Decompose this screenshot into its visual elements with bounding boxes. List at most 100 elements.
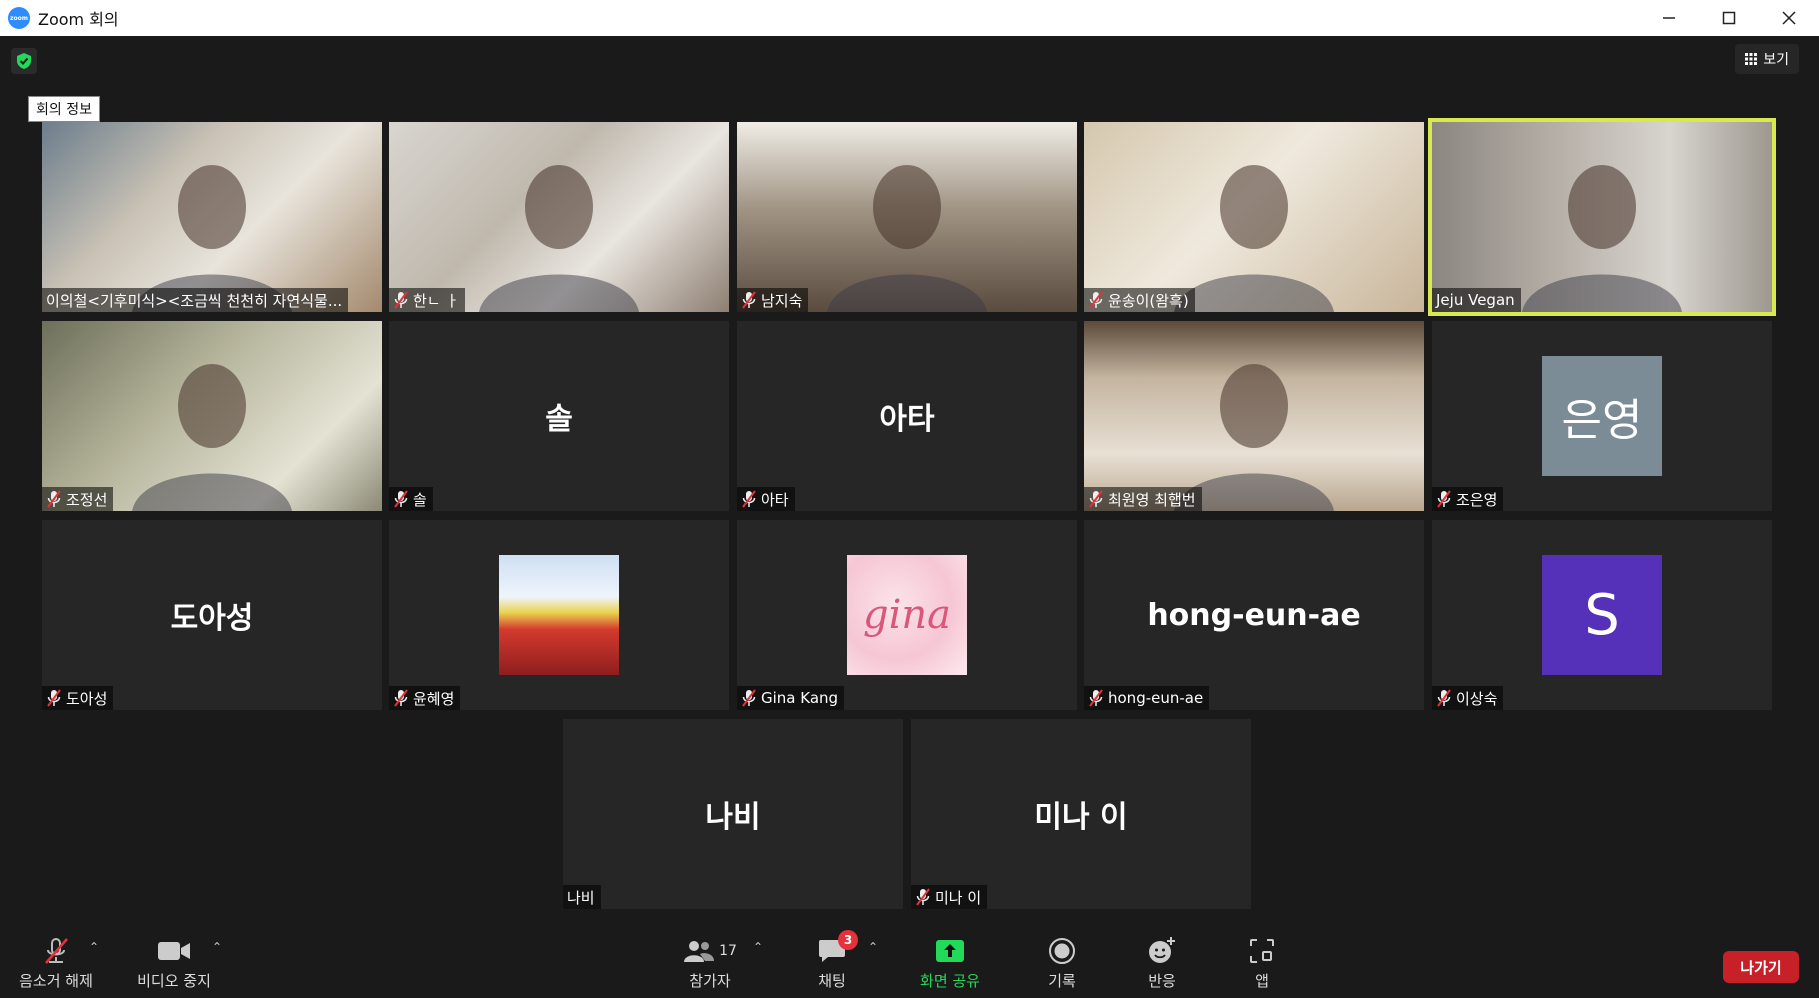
participant-tile[interactable]: 윤송이(왐흑) <box>1084 122 1424 312</box>
participants-options-chevron-icon[interactable]: ⌃ <box>753 940 763 954</box>
view-button[interactable]: 보기 <box>1735 44 1799 74</box>
participant-tile[interactable]: 미나 이 미나 이 <box>911 719 1251 909</box>
participant-display-name: hong-eun-ae <box>1147 597 1361 633</box>
participants-button[interactable]: 17 참가자 <box>668 928 752 998</box>
audio-options-chevron-icon[interactable]: ⌃ <box>89 940 99 954</box>
muted-mic-icon <box>393 291 409 309</box>
participant-nameplate: hong-eun-ae <box>1084 686 1210 710</box>
person-silhouette <box>1174 165 1334 312</box>
participant-tile[interactable]: 도아성 도아성 <box>42 520 382 710</box>
stop-video-label: 비디오 중지 <box>137 971 211 990</box>
muted-mic-icon <box>915 888 931 906</box>
muted-mic-icon <box>47 689 61 707</box>
participant-nameplate: 이상숙 <box>1432 686 1504 710</box>
participant-tile[interactable]: hong-eun-ae hong-eun-ae <box>1084 520 1424 710</box>
participants-icon: 17 <box>683 936 737 966</box>
close-icon <box>1782 11 1796 25</box>
person-silhouette <box>132 364 292 511</box>
view-label: 보기 <box>1763 52 1789 68</box>
share-screen-icon <box>935 936 965 966</box>
participant-nameplate: 미나 이 <box>911 885 988 909</box>
chat-options-chevron-icon[interactable]: ⌃ <box>868 940 878 954</box>
share-screen-label: 화면 공유 <box>920 971 980 990</box>
gina-logo-avatar: gina <box>847 555 967 675</box>
participant-count: 17 <box>719 942 737 959</box>
participant-video <box>42 122 382 312</box>
participant-name: 윤송이(왐흑) <box>1108 291 1189 310</box>
maximize-icon <box>1722 11 1736 25</box>
muted-mic-icon <box>1089 689 1103 707</box>
participant-nameplate: 도아성 <box>42 686 114 710</box>
muted-mic-icon <box>1089 490 1103 508</box>
participant-name: 아타 <box>761 490 789 509</box>
participant-tile[interactable]: 아타 아타 <box>737 321 1077 511</box>
window-title: Zoom 회의 <box>38 10 119 29</box>
participant-tile[interactable]: 최원영 최햅번 <box>1084 321 1424 511</box>
participant-tile[interactable]: 은영 조은영 <box>1432 321 1772 511</box>
participant-video <box>389 122 729 312</box>
muted-mic-icon <box>394 689 408 707</box>
participant-tile[interactable]: S 이상숙 <box>1432 520 1772 710</box>
participant-nameplate: 아타 <box>737 487 795 511</box>
meeting-toolbar: 음소거 해제 ⌃ 비디오 중지 ⌃ 17 참가자 ⌃ 3 채팅 ⌃ 화면 공유 … <box>0 928 1819 998</box>
participant-nameplate: 윤송이(왐흑) <box>1084 288 1195 312</box>
maximize-button[interactable] <box>1699 0 1759 36</box>
participant-name: 윤혜영 <box>413 689 455 708</box>
muted-mic-icon <box>1088 291 1104 309</box>
share-screen-button[interactable]: 화면 공유 <box>905 928 995 998</box>
participant-name: Gina Kang <box>761 689 839 707</box>
participant-tile[interactable]: 남지숙 <box>737 122 1077 312</box>
participants-label: 참가자 <box>689 971 731 990</box>
participant-tile[interactable]: gina Gina Kang <box>737 520 1077 710</box>
stop-video-button[interactable]: 비디오 중지 <box>132 928 216 998</box>
muted-mic-icon <box>742 490 756 508</box>
participant-tile[interactable]: 조정선 <box>42 321 382 511</box>
title-bar: zoom Zoom 회의 <box>0 0 1819 36</box>
minimize-icon <box>1663 17 1675 19</box>
muted-mic-icon <box>47 490 61 508</box>
chat-label: 채팅 <box>818 971 846 990</box>
participant-nameplate: 남지숙 <box>737 288 809 312</box>
participant-tile[interactable]: 이의철<기후미식><조금씩 천천히 자연식물... <box>42 122 382 312</box>
participant-video <box>737 122 1077 312</box>
zoom-logo-icon: zoom <box>8 7 30 29</box>
participant-name: 도아성 <box>66 689 108 708</box>
participant-tile[interactable]: 한ㄴ ㅏ <box>389 122 729 312</box>
participant-name: 최원영 최햅번 <box>1108 490 1196 509</box>
participant-tile[interactable]: 나비 나비 <box>563 719 903 909</box>
meeting-info-tooltip: 회의 정보 <box>28 96 100 122</box>
apps-button[interactable]: 앱 <box>1220 928 1304 998</box>
unmute-button[interactable]: 음소거 해제 <box>14 928 98 998</box>
video-options-chevron-icon[interactable]: ⌃ <box>212 940 222 954</box>
smiley-icon <box>1147 936 1177 966</box>
chat-button[interactable]: 3 채팅 <box>790 928 874 998</box>
person-silhouette <box>479 165 639 312</box>
muted-mic-icon <box>393 689 409 707</box>
reactions-button[interactable]: 반응 <box>1120 928 1204 998</box>
record-icon <box>1048 936 1076 966</box>
participant-video <box>42 321 382 511</box>
participant-name: 이상숙 <box>1456 689 1498 708</box>
record-button[interactable]: 기록 <box>1020 928 1104 998</box>
participant-tile[interactable]: 윤혜영 <box>389 520 729 710</box>
chat-icon: 3 <box>818 929 858 966</box>
participant-name: 이의철<기후미식><조금씩 천천히 자연식물... <box>46 291 343 310</box>
muted-mic-icon <box>1437 490 1451 508</box>
participant-name: 남지숙 <box>761 291 803 310</box>
participant-avatar: S <box>1542 555 1662 675</box>
close-button[interactable] <box>1759 0 1819 36</box>
participant-tile[interactable]: 솔솔 <box>389 321 729 511</box>
muted-mic-icon <box>916 888 930 906</box>
minimize-button[interactable] <box>1639 0 1699 36</box>
muted-mic-icon <box>1089 291 1103 309</box>
meeting-security-button[interactable] <box>11 48 37 74</box>
muted-mic-icon <box>1436 689 1452 707</box>
muted-mic-icon <box>741 490 757 508</box>
leave-meeting-button[interactable]: 나가기 <box>1723 951 1799 983</box>
participant-nameplate: 조은영 <box>1432 487 1504 511</box>
muted-mic-icon <box>741 291 757 309</box>
muted-mic-icon <box>393 490 409 508</box>
participant-tile[interactable]: Jeju Vegan <box>1428 118 1776 316</box>
participant-nameplate: Gina Kang <box>737 686 845 710</box>
reactions-label: 반응 <box>1148 971 1176 990</box>
